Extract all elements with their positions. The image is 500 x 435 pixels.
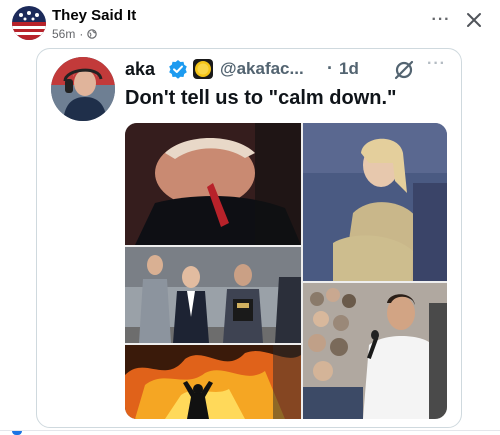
photo-crying-man[interactable] <box>125 123 301 245</box>
post-timestamp[interactable]: 56m <box>52 27 75 41</box>
reaction-hint <box>12 431 22 435</box>
tweet-avatar[interactable] <box>51 57 115 121</box>
verified-badge-icon <box>169 60 187 79</box>
photo-fire-protest[interactable] <box>125 345 301 419</box>
yellow-circle-emoji <box>193 59 213 79</box>
grok-icon[interactable] <box>393 59 415 81</box>
post-header: They Said It 56m · ··· <box>0 0 500 48</box>
photo-man-microphone[interactable] <box>303 283 447 419</box>
tweet-handle[interactable]: @akafac... <box>220 59 304 79</box>
tweet-more-button[interactable]: ··· <box>427 55 446 73</box>
page-avatar[interactable] <box>12 6 46 40</box>
close-icon <box>467 13 481 27</box>
media-grid <box>125 123 447 419</box>
tweet-text: Don't tell us to "calm down." <box>125 87 397 109</box>
tweet-time[interactable]: 1d <box>339 59 359 79</box>
post-meta: 56m · <box>52 27 98 41</box>
embedded-tweet-card[interactable]: aka @akafac... · 1d ··· Don't tell us to… <box>36 48 462 428</box>
page-name[interactable]: They Said It <box>52 7 136 24</box>
photo-woman-seated[interactable] <box>303 123 447 281</box>
photo-group-walking[interactable] <box>125 247 301 343</box>
meta-separator: · <box>79 27 84 41</box>
globe-icon <box>87 29 98 39</box>
bottom-divider <box>0 430 500 431</box>
close-button[interactable] <box>462 8 486 32</box>
post-more-button[interactable]: ··· <box>428 10 454 32</box>
tweet-dot: · <box>327 58 333 78</box>
tweet-display-name[interactable]: aka <box>125 59 155 80</box>
